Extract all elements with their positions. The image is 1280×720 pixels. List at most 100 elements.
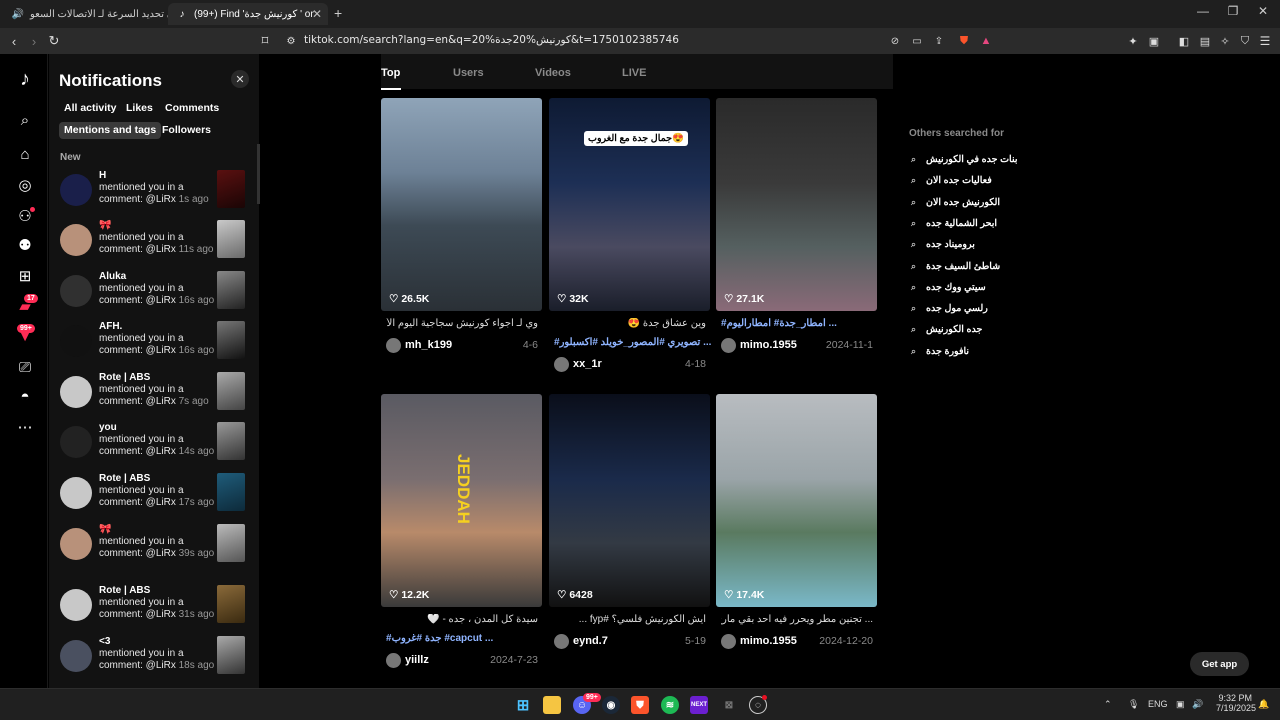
video-caption[interactable]: سيدة كل المدن ، جده - 🤍 — [386, 614, 538, 625]
brave-shield-icon[interactable]: ⛊ — [955, 32, 973, 50]
suggestion-item[interactable]: ⌕ شاطئ السيف جدة — [911, 260, 1031, 276]
bookmark-icon[interactable]: ⌑ — [256, 32, 274, 50]
video-thumbnail[interactable] — [217, 372, 245, 410]
author-avatar[interactable] — [554, 634, 569, 649]
suggestion-item[interactable]: ⌕ ابحر الشمالية جده — [911, 217, 1031, 233]
notification-user[interactable]: AFH. — [99, 321, 122, 332]
suggestion-item[interactable]: ⌕ سيتي ووك جده — [911, 281, 1031, 297]
sidebar-icon[interactable]: ◧ — [1175, 32, 1193, 50]
suggestion-item[interactable]: ⌕ رلسي مول جده — [911, 302, 1031, 318]
notification-item[interactable]: Rote | ABS mentioned you in a comment: @Li… — [49, 585, 259, 635]
avatar[interactable] — [60, 376, 92, 408]
video-card[interactable]: JEDDAH ♡ 12.2K سيدة كل المدن ، جده - 🤍 #جدة… — [381, 394, 542, 684]
chip-comments[interactable]: Comments — [160, 100, 224, 117]
home-icon[interactable]: ⌂ — [14, 143, 36, 165]
video-hashtags[interactable]: #امطار_جدة# امطاراليوم ... — [721, 318, 837, 329]
video-thumbnail[interactable] — [217, 321, 245, 359]
brave-browser-icon[interactable]: ⛊ — [631, 696, 649, 714]
network-icon[interactable]: ▣ — [1176, 699, 1185, 710]
chip-all-activity[interactable]: All activity — [59, 100, 122, 117]
video-thumbnail[interactable] — [217, 636, 245, 674]
explore-icon[interactable]: ◎ — [14, 174, 36, 196]
rewards-icon[interactable]: ▲ — [977, 32, 995, 50]
steam-icon[interactable]: ◉ — [602, 696, 620, 714]
browser-tab-2[interactable]: ♪ (99+) Find 'كورنيش جدة ' on TikTo... ✕ — [168, 3, 328, 25]
search-icon[interactable]: ⌕ — [14, 109, 36, 131]
author-username[interactable]: mimo.1955 — [740, 339, 797, 351]
video-thumbnail[interactable] — [217, 473, 245, 511]
notification-item[interactable]: 🎀 mentioned you in a comment: @LiRx 39s ag… — [49, 524, 259, 574]
close-icon[interactable]: ✕ — [231, 70, 249, 88]
browser-tab-1[interactable]: 🔊 تخطي تحديد السرعة لـ الاتصالات السعو..… — [4, 3, 168, 25]
video-thumbnail[interactable] — [217, 585, 245, 623]
spotify-icon[interactable]: ≋ — [661, 696, 679, 714]
new-tab-icon[interactable]: + — [334, 5, 342, 21]
notification-user[interactable]: Aluka — [99, 271, 126, 282]
reader-off-icon[interactable]: ⊘ — [886, 32, 904, 50]
notification-item[interactable]: <3 mentioned you in a comment: @LiRx 18s a… — [49, 636, 259, 686]
leo-icon[interactable]: ▣ — [1145, 32, 1163, 50]
notification-item[interactable]: 🎀 mentioned you in a comment: @LiRx 11s ag… — [49, 220, 259, 270]
author-avatar[interactable] — [721, 634, 736, 649]
avatar[interactable] — [60, 640, 92, 672]
friends-icon[interactable]: ⚉ — [14, 234, 36, 256]
video-card[interactable]: ♡ 26.5K وي لـ اجواء كورنيش سجاجية اليوم ا… — [381, 98, 542, 388]
wallet-icon[interactable]: ▤ — [1196, 32, 1214, 50]
notification-user[interactable]: 🎀 — [99, 524, 111, 535]
video-caption[interactable]: وين عشاق جدة 😍 — [554, 318, 706, 329]
suggestion-item[interactable]: ⌕ بروميناد جده — [911, 238, 1031, 254]
back-icon[interactable]: ‹ — [5, 32, 23, 50]
chip-followers[interactable]: Followers — [157, 122, 216, 139]
video-hashtags[interactable]: #جدة #غروب #capcut ... — [386, 633, 493, 644]
nzxt-icon[interactable]: NEXT — [690, 696, 708, 714]
video-card[interactable]: ♡ 27.1K #امطار_جدة# امطاراليوم ... mimo.19… — [716, 98, 877, 388]
video-caption[interactable]: ... تجنين مطر ويحرر فيه احد بقي مارح ؟ — [721, 614, 873, 625]
author-username[interactable]: mh_k199 — [405, 339, 452, 351]
clock[interactable]: 9:32 PM 7/19/2025 — [1216, 693, 1256, 713]
tab-users[interactable]: Users — [453, 67, 484, 79]
menu-icon[interactable]: ☰ — [1256, 32, 1274, 50]
notification-user[interactable]: Rote | ABS — [99, 585, 150, 596]
video-card[interactable]: ♡ 6428 ايش الكورنيش فلسي؟ #fyp ... eynd.7 5… — [549, 394, 710, 684]
video-caption[interactable]: وي لـ اجواء كورنيش سجاجية اليوم الأحد — [386, 318, 538, 329]
suggestion-item[interactable]: ⌕ فعاليات جده الان — [911, 174, 1031, 190]
language-indicator[interactable]: ENG — [1148, 699, 1168, 709]
video-thumbnail[interactable]: ♡ 26.5K — [381, 98, 542, 311]
scrollbar[interactable] — [257, 144, 260, 204]
share-icon[interactable]: ⇪ — [930, 32, 948, 50]
video-thumbnail[interactable]: ♡ 6428 — [549, 394, 710, 607]
video-caption[interactable]: ايش الكورنيش فلسي؟ #fyp ... — [554, 614, 706, 625]
chip-mentions-and-tags[interactable]: Mentions and tags — [59, 122, 162, 139]
upload-icon[interactable]: ⊞ — [14, 265, 36, 287]
live-icon[interactable]: ⎚ — [14, 356, 36, 378]
tab-live[interactable]: LIVE — [622, 67, 646, 79]
notification-item[interactable]: Hmentioned you in a comment: @LiRx 1s ago — [49, 170, 259, 220]
video-thumbnail[interactable] — [217, 220, 245, 258]
avatar[interactable] — [60, 426, 92, 458]
avatar[interactable] — [60, 589, 92, 621]
ai-icon[interactable]: ✧ — [1216, 32, 1234, 50]
windows-start-icon[interactable]: ⊞ — [514, 696, 532, 714]
extensions-icon[interactable]: ✦ — [1124, 32, 1142, 50]
notification-item[interactable]: Rote | ABS mentioned you in a comment: @Li… — [49, 473, 259, 523]
video-thumbnail[interactable] — [217, 524, 245, 562]
notification-item[interactable]: you mentioned you in a comment: @LiRx 14s … — [49, 422, 259, 472]
file-explorer-icon[interactable] — [543, 696, 561, 714]
close-tab-icon[interactable]: ✕ — [312, 7, 322, 21]
get-app-button[interactable]: Get app — [1190, 652, 1249, 676]
site-settings-icon[interactable]: ⚙ — [282, 32, 300, 50]
author-username[interactable]: xx_1r — [573, 358, 602, 370]
avatar[interactable] — [60, 528, 92, 560]
video-thumbnail[interactable] — [217, 170, 245, 208]
reload-icon[interactable]: ↻ — [45, 32, 63, 50]
notification-user[interactable]: Rote | ABS — [99, 372, 150, 383]
video-card[interactable]: ♡ 17.4K ... تجنين مطر ويحرر فيه احد بقي م… — [716, 394, 877, 684]
avatar[interactable] — [60, 275, 92, 307]
avatar[interactable] — [60, 224, 92, 256]
author-avatar[interactable] — [721, 338, 736, 353]
video-thumbnail[interactable]: ♡ 27.1K — [716, 98, 877, 311]
tab-videos[interactable]: Videos — [535, 67, 571, 79]
author-avatar[interactable] — [386, 338, 401, 353]
notification-item[interactable]: Rote | ABS mentioned you in a comment: @Li… — [49, 372, 259, 422]
tiktok-logo-icon[interactable]: ♪ — [14, 68, 36, 90]
